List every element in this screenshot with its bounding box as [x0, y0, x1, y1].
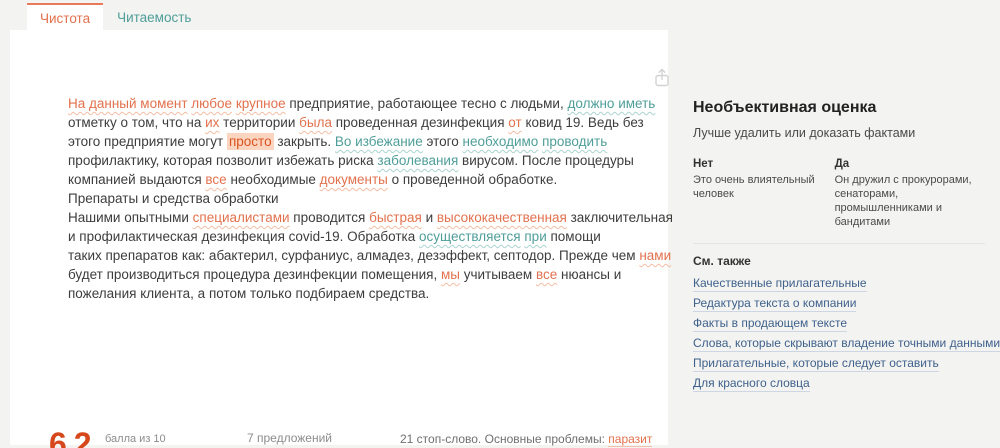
bad-example-label: Нет [693, 158, 827, 170]
plain-text: о проведенной обработке. [388, 172, 557, 187]
plain-text: заключительная [567, 210, 673, 225]
highlighted-word[interactable]: просто [227, 133, 274, 150]
stop-word-summary: 21 стоп-слово. Основные проблемы: парази… [400, 431, 700, 448]
tab-readability[interactable]: Читаемость [104, 3, 204, 31]
highlighted-word[interactable]: была [299, 115, 332, 130]
highlighted-word[interactable]: при [524, 229, 546, 244]
plain-text: территории [219, 115, 299, 130]
see-also-link-quality-adjectives[interactable]: Качественные прилагательные [693, 277, 867, 292]
bad-example-text: Это очень влиятельный человек [693, 173, 827, 201]
see-also-links: Качественные прилагательные Редактура те… [693, 277, 985, 392]
highlighted-word[interactable]: осуществляется [419, 229, 521, 244]
plain-text: таких препаратов как: абактерил, сурфани… [68, 248, 639, 263]
plain-text: учитываем [460, 267, 536, 282]
plain-text: будет производиться процедура дезинфекци… [68, 267, 441, 282]
highlighted-word[interactable]: должно иметь [567, 96, 655, 111]
highlighted-word[interactable]: На данный момент [68, 96, 188, 111]
editor-card: На данный момент любое крупное предприят… [10, 30, 668, 445]
plain-text: Нашими опытными [68, 210, 193, 225]
plain-text: и [422, 210, 437, 225]
highlighted-word[interactable]: высококачественная [437, 210, 567, 225]
explanation-title: Необъективная оценка [693, 99, 985, 117]
good-example-column: Да Он дружил с прокурорами, сенаторами, … [835, 158, 985, 229]
highlighted-word[interactable]: Во избежание [335, 134, 423, 149]
score-caption-line1: балла из 10 [105, 432, 204, 446]
good-example-label: Да [835, 158, 985, 170]
plain-text: помощи [547, 229, 601, 244]
text-counts: 7 предложений 102 слова, 820 знаков [247, 431, 370, 448]
plain-text: профилактику, которая позволит избежать … [68, 153, 377, 168]
plain-text: закрыть. [274, 134, 335, 149]
highlighted-word[interactable]: нами [639, 248, 671, 263]
good-example-text: Он дружил с прокурорами, сенаторами, про… [835, 173, 985, 229]
highlighted-word[interactable]: документы [320, 172, 388, 187]
plain-text: проводится [290, 210, 370, 225]
sidebar-divider [693, 243, 985, 244]
sentence-count: 7 предложений [247, 431, 370, 446]
see-also-link-company-text-editing[interactable]: Редактура текста о компании [693, 297, 856, 312]
plain-text: этого [423, 134, 463, 149]
tab-cleanliness[interactable]: Чистота [27, 3, 103, 31]
glavred-score: 6,2 [49, 426, 90, 448]
score-caption: балла из 10 по шкале Главреда [105, 432, 204, 448]
highlighted-word[interactable]: любое [191, 96, 232, 111]
plain-text: необходимые [227, 172, 320, 187]
bad-example-column: Нет Это очень влиятельный человек [693, 158, 835, 229]
plain-text: предприятие, работающее тесно с людьми, [286, 96, 568, 111]
highlighted-word[interactable]: заболевания [377, 153, 458, 168]
plain-text: и профилактическая дезинфекция covid-19.… [68, 229, 419, 244]
plain-text: проведенная дезинфекция [332, 115, 508, 130]
highlighted-word[interactable]: от [508, 115, 521, 130]
plain-text: отметку о том, что на [68, 115, 205, 130]
see-also-label: См. также [693, 254, 985, 268]
editor-text-area[interactable]: На данный момент любое крупное предприят… [68, 94, 674, 303]
highlighted-word[interactable]: специалистами [193, 210, 290, 225]
highlighted-word[interactable]: проводить [542, 134, 607, 149]
highlighted-word[interactable]: необходимо [463, 134, 539, 149]
explanation-advice: Лучше удалить или доказать фактами [693, 126, 985, 140]
stop-word-count-text: 21 стоп-слово. Основные проблемы: [400, 432, 605, 446]
share-icon[interactable] [651, 67, 673, 89]
explanation-panel: Необъективная оценка Лучше удалить или д… [693, 99, 985, 397]
example-columns: Нет Это очень влиятельный человек Да Он … [693, 158, 985, 229]
see-also-link-words-hiding-exact-data[interactable]: Слова, которые скрывают владение точными… [693, 337, 1000, 352]
highlighted-word[interactable]: быстрая [369, 210, 422, 225]
highlighted-word[interactable]: все [536, 267, 557, 282]
see-also-link-for-fancy-words[interactable]: Для красного словца [693, 377, 810, 392]
highlighted-word[interactable]: все [205, 172, 226, 187]
see-also-link-adjectives-to-keep[interactable]: Прилагательные, которые следует оставить [693, 357, 939, 372]
tab-bar: Чистота Читаемость [27, 3, 204, 31]
highlighted-word[interactable]: крупное [236, 96, 286, 111]
plain-text: Препараты и средства обработки [68, 191, 279, 206]
see-also-link-facts-in-selling-text[interactable]: Факты в продающем тексте [693, 317, 847, 332]
highlighted-word[interactable]: мы [441, 267, 460, 282]
highlighted-word[interactable]: их [205, 115, 219, 130]
